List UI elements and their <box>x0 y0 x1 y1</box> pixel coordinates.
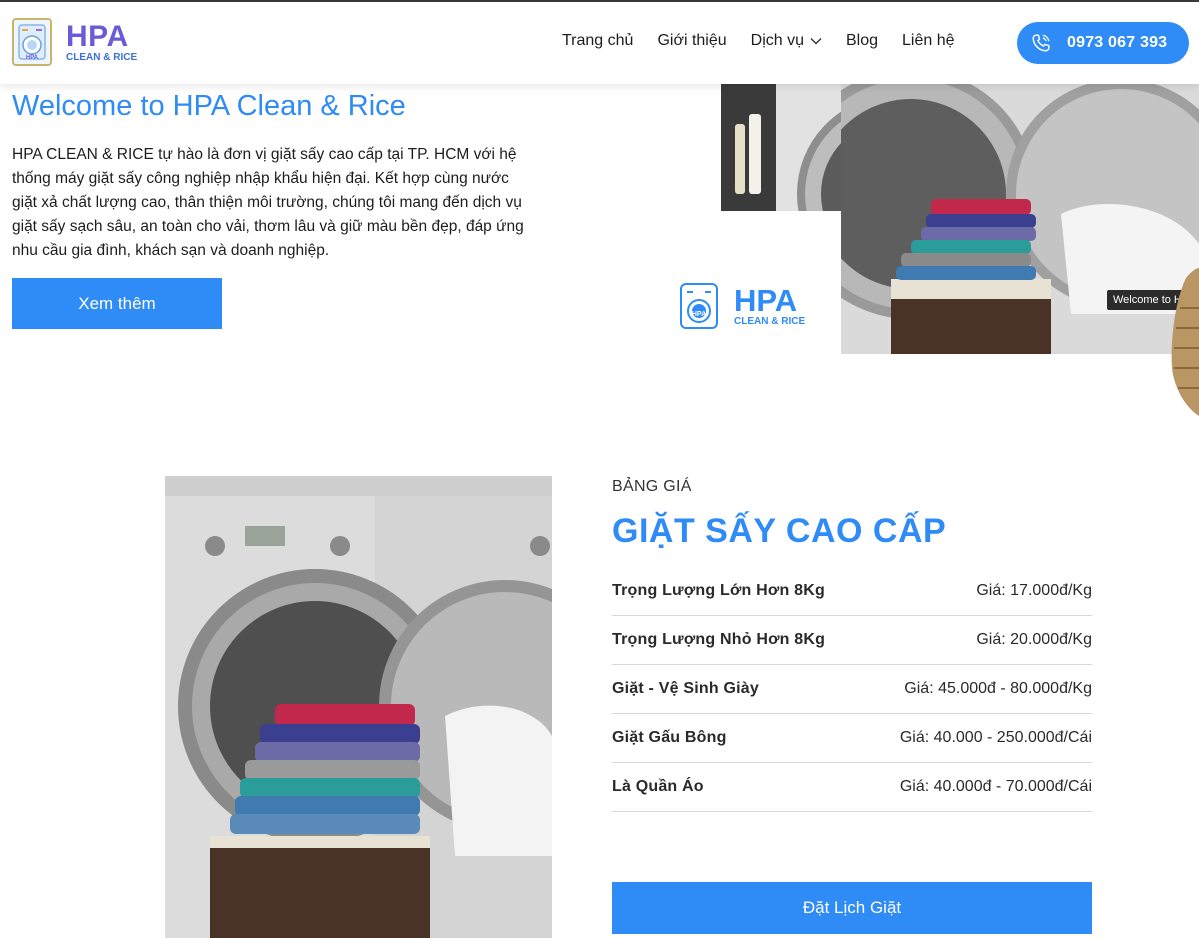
site-logo[interactable]: HPA HPA CLEAN & RICE <box>12 18 137 66</box>
hero-logo-sub-text: CLEAN & RICE <box>734 316 806 327</box>
nav-item-about[interactable]: Giới thiệu <box>657 32 726 50</box>
price-item-value: Giá: 40.000đ - 70.000đ/Cái <box>899 778 1092 795</box>
chevron-down-icon <box>810 38 822 45</box>
price-item-value: Giá: 20.000đ/Kg <box>976 631 1092 648</box>
price-item-value: Giá: 17.000đ/Kg <box>976 582 1092 599</box>
nav-item-blog[interactable]: Blog <box>846 32 878 50</box>
hero-logo: HPA HPA CLEAN & RICE <box>680 283 805 329</box>
pricing-title: GIẶT SẤY CAO CẤP <box>612 512 947 550</box>
price-item-value: Giá: 40.000 - 250.000đ/Cái <box>899 729 1092 746</box>
price-list: Trọng Lượng Lớn Hơn 8Kg Giá: 17.000đ/Kg … <box>612 567 1092 812</box>
main-nav: Trang chủ Giới thiệu Dịch vụ Blog Liên h… <box>562 32 955 50</box>
price-item-name: Giặt Gấu Bông <box>612 729 727 746</box>
phone-icon <box>1029 31 1053 55</box>
nav-item-label: Dịch vụ <box>750 32 804 49</box>
read-more-button[interactable]: Xem thêm <box>12 278 222 329</box>
nav-item-label: Liên hệ <box>902 32 955 49</box>
price-row: Giặt Gấu Bông Giá: 40.000 - 250.000đ/Cái <box>612 714 1092 763</box>
price-row: Trọng Lượng Lớn Hơn 8Kg Giá: 17.000đ/Kg <box>612 567 1092 616</box>
book-laundry-button[interactable]: Đặt Lịch Giặt <box>612 882 1092 934</box>
pricing-laundry-photo <box>165 476 552 938</box>
phone-number: 0973 067 393 <box>1067 34 1168 51</box>
hero-laundry-photo-front <box>841 84 1199 354</box>
price-item-name: Giặt - Vệ Sinh Giày <box>612 680 759 697</box>
nav-item-services[interactable]: Dịch vụ <box>751 32 822 50</box>
price-item-name: Là Quần Áo <box>612 778 704 795</box>
welcome-description: HPA CLEAN & RICE tự hào là đơn vị giặt s… <box>12 146 524 259</box>
hero-logo-main-text: HPA <box>734 283 798 318</box>
site-header: HPA HPA CLEAN & RICE Trang chủ Giới thiệ… <box>0 2 1199 84</box>
nav-item-home[interactable]: Trang chủ <box>562 32 633 50</box>
welcome-title: Welcome to HPA Clean & Rice <box>12 90 406 122</box>
price-row: Giặt - Vệ Sinh Giày Giá: 45.000đ - 80.00… <box>612 665 1092 714</box>
pricing-kicker: BẢNG GIÁ <box>612 478 692 495</box>
price-row: Là Quần Áo Giá: 40.000đ - 70.000đ/Cái <box>612 763 1092 812</box>
logo-main-text: HPA <box>66 19 129 53</box>
nav-item-label: Giới thiệu <box>657 32 727 49</box>
nav-item-contact[interactable]: Liên hệ <box>902 32 955 50</box>
logo-badge-text: HPA <box>25 55 39 61</box>
hero-logo-badge-text: HPA <box>691 311 707 318</box>
phone-call-button[interactable]: 0973 067 393 <box>1017 22 1189 64</box>
hero-logo-wordmark: HPA CLEAN & RICE <box>734 285 805 327</box>
price-item-name: Trọng Lượng Lớn Hơn 8Kg <box>612 582 825 599</box>
logo-sub-text: CLEAN & RICE <box>66 51 138 63</box>
basket-image-fragment <box>1171 268 1199 416</box>
price-item-value: Giá: 45.000đ - 80.000đ/Kg <box>904 680 1092 697</box>
nav-item-label: Trang chủ <box>562 32 634 49</box>
logo-wordmark: HPA CLEAN & RICE <box>66 19 138 63</box>
price-row: Trọng Lượng Nhỏ Hơn 8Kg Giá: 20.000đ/Kg <box>612 616 1092 665</box>
washing-machine-icon: HPA <box>680 283 718 329</box>
price-item-name: Trọng Lượng Nhỏ Hơn 8Kg <box>612 631 826 648</box>
nav-item-label: Blog <box>846 32 879 49</box>
logo-badge: HPA <box>12 18 52 66</box>
